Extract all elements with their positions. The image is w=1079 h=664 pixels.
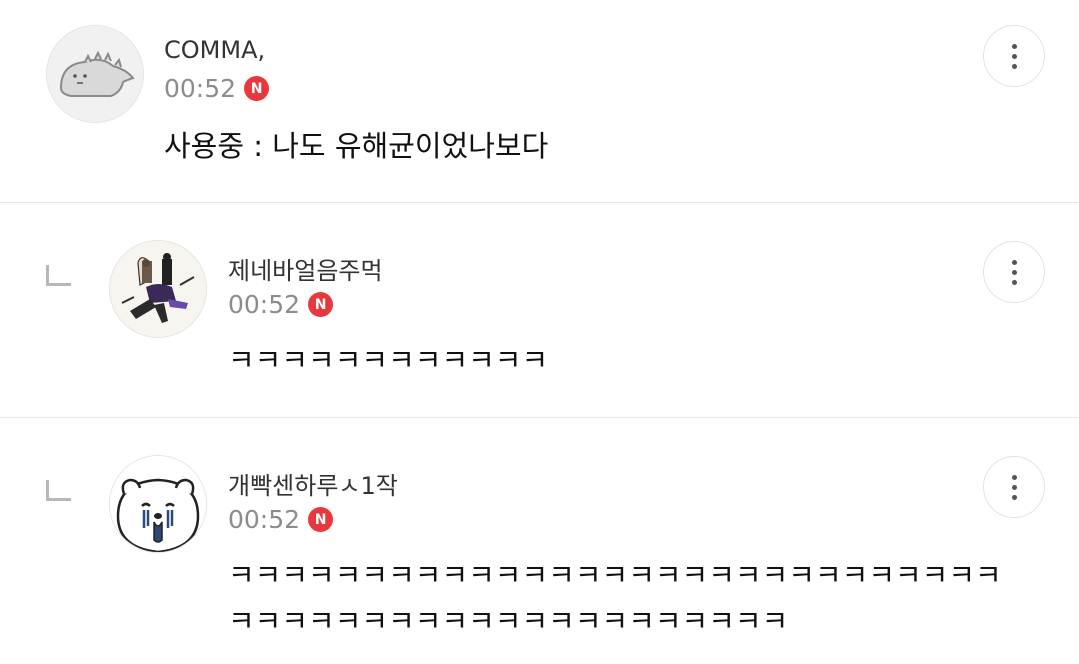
reply-comment-item: 제네바얼음주먹 00:52 N ㅋㅋㅋㅋㅋㅋㅋㅋㅋㅋㅋㅋ [0,203,1079,417]
reply-arrow-icon [46,265,71,286]
new-badge-icon: N [308,507,334,532]
comment-author-name[interactable]: 개빡센하루ㅅ1작 [228,466,398,501]
comment-author-name[interactable]: COMMA, [164,36,265,64]
comment-time: 00:52 [164,74,237,103]
vertical-dots-icon [1011,43,1017,69]
vertical-dots-icon [1011,259,1017,285]
reply-arrow-icon [46,480,71,501]
more-options-button[interactable] [983,241,1045,303]
more-options-button[interactable] [983,25,1045,87]
comment-text-line: ㅋㅋㅋㅋㅋㅋㅋㅋㅋㅋㅋㅋㅋㅋㅋㅋㅋㅋㅋㅋㅋㅋㅋㅋㅋㅋㅋㅋㅋ [228,558,1002,592]
comment-timestamp: 00:52 N [228,290,334,319]
comment-timestamp: 00:52 N [164,74,270,103]
comment-author-name[interactable]: 제네바얼음주먹 [228,251,383,286]
comment-text-line: ㅋㅋㅋㅋㅋㅋㅋㅋㅋㅋㅋㅋㅋㅋㅋㅋㅋㅋㅋㅋㅋ [228,604,789,638]
comment-text: ㅋㅋㅋㅋㅋㅋㅋㅋㅋㅋㅋㅋ [228,343,549,377]
comment-time: 00:52 [228,290,301,319]
new-badge-icon: N [308,292,334,317]
more-options-button[interactable] [983,456,1045,518]
comment-timestamp: 00:52 N [228,505,334,534]
crying-bear-avatar-icon[interactable] [109,455,207,553]
new-badge-icon: N [244,76,270,101]
vertical-dots-icon [1011,474,1017,500]
comment-text: 사용중 : 나도 유해균이었나보다 [164,129,549,163]
dinosaur-avatar-icon[interactable] [46,25,144,123]
comment-time: 00:52 [228,505,301,534]
group-illustration-avatar-icon[interactable] [109,240,207,338]
reply-comment-item: 개빡센하루ㅅ1작 00:52 N ㅋㅋㅋㅋㅋㅋㅋㅋㅋㅋㅋㅋㅋㅋㅋㅋㅋㅋㅋㅋㅋㅋㅋ… [0,418,1079,664]
comment-item: COMMA, 00:52 N 사용중 : 나도 유해균이었나보다 [0,0,1079,202]
